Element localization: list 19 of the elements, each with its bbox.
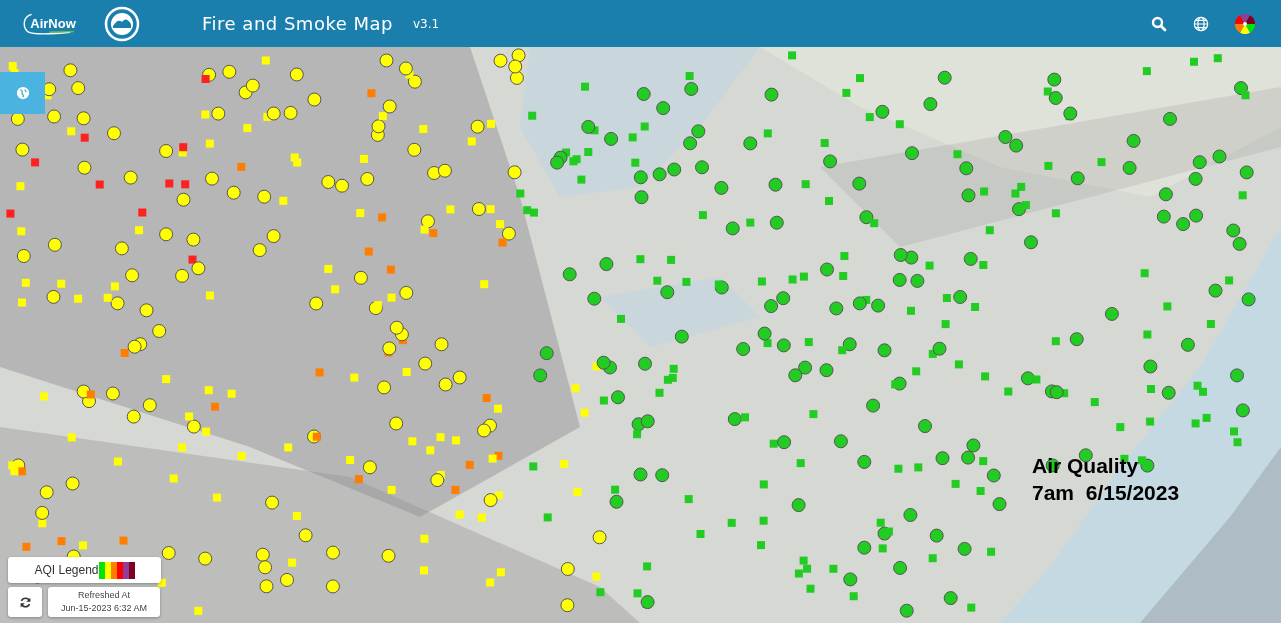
legend-label: AQI Legend	[34, 563, 99, 577]
agency-seal-icon[interactable]	[104, 5, 140, 42]
refreshed-label: Refreshed At	[78, 589, 130, 602]
search-button[interactable]	[1151, 15, 1167, 32]
basemap-button[interactable]	[0, 72, 45, 114]
aqi-legend-button[interactable]: AQI Legend	[8, 557, 161, 583]
color-wheel-icon	[1235, 13, 1255, 34]
map-annotation: 7am 6/15/2023	[1032, 480, 1180, 506]
refresh-button[interactable]	[8, 587, 42, 617]
search-icon	[1151, 15, 1167, 32]
refresh-icon	[18, 595, 32, 609]
version-label: v3.1	[412, 16, 440, 31]
airnow-logo[interactable]: AirNow	[22, 6, 84, 41]
language-button[interactable]	[1193, 15, 1209, 32]
app-title: Fire and Smoke Map	[202, 13, 393, 34]
refreshed-time: Jun-15-2023 6:32 AM	[60, 602, 148, 615]
globe-icon	[15, 86, 30, 100]
globe-icon	[1193, 15, 1209, 32]
color-wheel-button[interactable]	[1235, 13, 1255, 34]
